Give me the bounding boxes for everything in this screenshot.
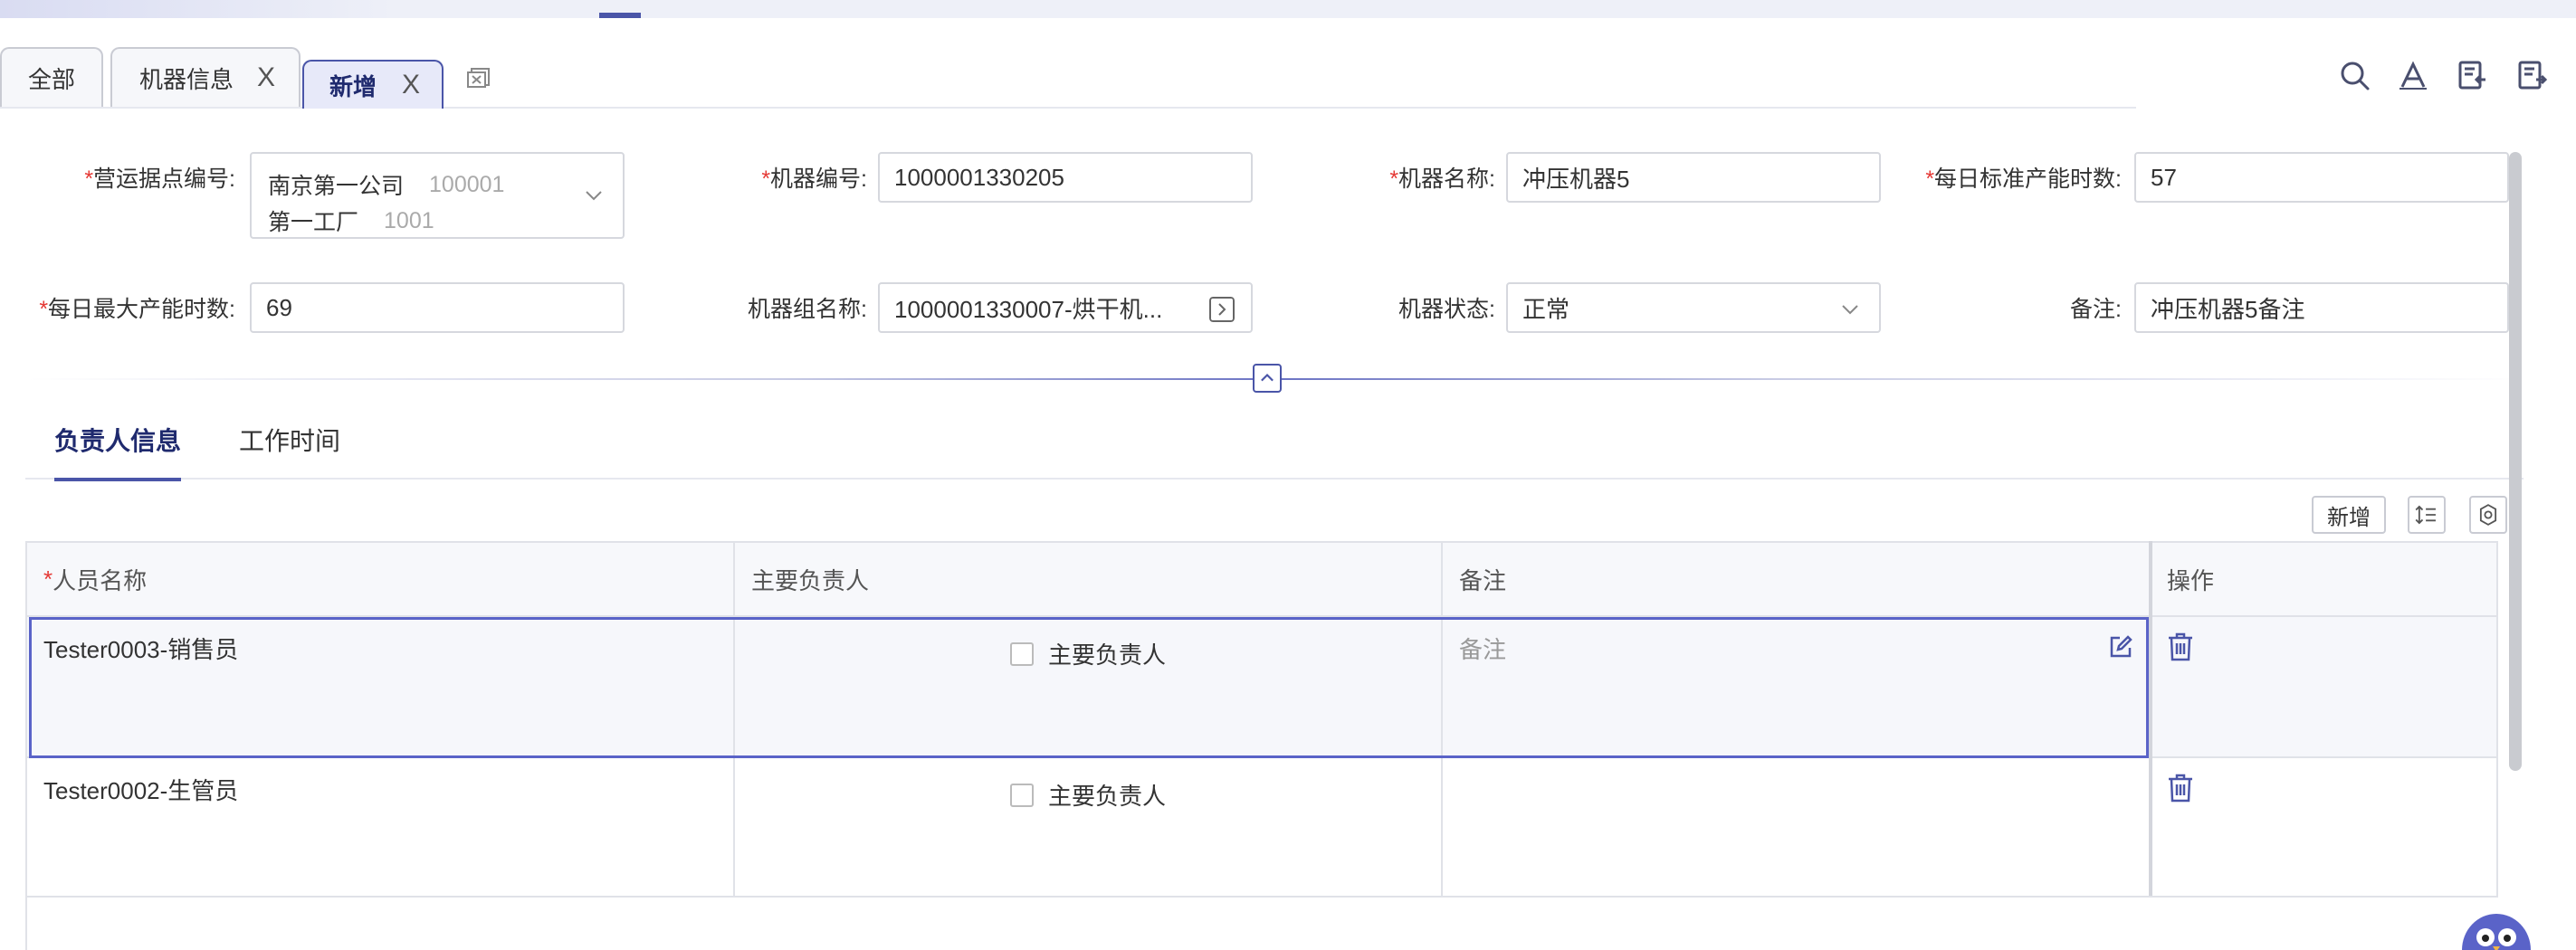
site-name: 第一工厂: [268, 210, 359, 235]
cell-person[interactable]: Tester0003-销售员: [27, 617, 735, 758]
column-header-primary[interactable]: 主要负责人: [735, 541, 1443, 617]
site-selected-item: 南京第一公司 100001: [268, 166, 623, 203]
machine-group-value: 1000001330007-烘干机...: [894, 295, 1163, 323]
font-icon[interactable]: [2397, 60, 2429, 92]
required-mark: *: [39, 297, 49, 322]
tab-close-icon[interactable]: X: [257, 64, 275, 91]
assistant-owl-icon[interactable]: [2460, 910, 2533, 950]
daily-max-hours-label-text: 每日最大产能时数:: [48, 297, 235, 322]
machine-name-label: *机器名称:: [1389, 161, 1495, 194]
lookup-open-icon[interactable]: [1209, 297, 1235, 322]
page-toolbar: [2304, 60, 2576, 96]
site-name: 南京第一公司: [268, 174, 405, 199]
machine-status-select[interactable]: 正常: [1506, 282, 1881, 333]
daily-max-hours-label: *每日最大产能时数:: [39, 291, 235, 324]
delete-trash-icon[interactable]: [2167, 632, 2194, 662]
machine-no-input[interactable]: 1000001330205: [878, 152, 1253, 203]
tab-machine-info[interactable]: 机器信息 X: [110, 47, 301, 107]
remark-label: 备注:: [2070, 297, 2122, 322]
primary-owner-checkbox[interactable]: 主要负责人: [751, 778, 1425, 812]
site-code: 1001: [384, 207, 434, 233]
machine-group-label: 机器组名称:: [748, 297, 867, 322]
add-row-button[interactable]: 新增: [2312, 496, 2386, 534]
tab-bar: 全部 机器信息 X 新增 X: [0, 47, 2136, 109]
required-mark: *: [1925, 166, 1935, 192]
required-mark: *: [1389, 166, 1399, 192]
cell-action: [2151, 758, 2498, 898]
chevron-down-icon[interactable]: [585, 190, 603, 201]
site-label-text: 营运据点编号:: [93, 166, 235, 192]
search-icon[interactable]: [2339, 60, 2371, 92]
machine-name-input[interactable]: 冲压机器5: [1506, 152, 1881, 203]
daily-std-hours-label: *每日标准产能时数:: [1925, 161, 2122, 194]
remark-placeholder: 备注: [1459, 636, 1507, 663]
delete-trash-icon[interactable]: [2167, 773, 2194, 803]
top-strip-accent: [0, 0, 398, 18]
row-height-icon[interactable]: [2408, 496, 2446, 534]
tab-close-icon[interactable]: X: [402, 71, 420, 99]
tab-owner-info[interactable]: 负责人信息: [54, 422, 182, 481]
machine-status-label: 机器状态:: [1398, 297, 1495, 322]
cell-primary[interactable]: 主要负责人: [735, 617, 1443, 758]
checkbox-label: 主要负责人: [1047, 783, 1166, 810]
top-nav-indicator: [599, 13, 641, 18]
machine-group-input[interactable]: 1000001330007-烘干机...: [878, 282, 1253, 333]
column-header-person[interactable]: * 人员名称: [27, 541, 735, 617]
column-header-remark[interactable]: 备注: [1443, 541, 2151, 617]
close-all-tabs-icon[interactable]: [467, 67, 491, 89]
tab-work-time[interactable]: 工作时间: [239, 422, 340, 478]
owner-table: * 人员名称 主要负责人 备注 操作 Tester0003-销售员 主要负责人 备…: [25, 541, 2498, 950]
machine-status-value: 正常: [1522, 295, 1570, 323]
chevron-down-icon[interactable]: [1841, 304, 1859, 315]
column-header-action[interactable]: 操作: [2151, 541, 2498, 617]
site-selected-item: 第一工厂 1001: [268, 203, 623, 239]
tab-new[interactable]: 新增 X: [302, 60, 444, 109]
checkbox-box[interactable]: [1009, 641, 1034, 666]
checkbox-label: 主要负责人: [1047, 641, 1166, 669]
required-mark: *: [43, 565, 53, 593]
machine-no-label-text: 机器编号:: [770, 166, 867, 192]
site-multiselect[interactable]: 南京第一公司 100001 第一工厂 1001: [250, 152, 625, 239]
cell-remark[interactable]: [1443, 758, 2151, 898]
remark-input[interactable]: 冲压机器5备注: [2134, 282, 2509, 333]
export-icon[interactable]: [2516, 60, 2549, 92]
cell-person[interactable]: Tester0002-生管员: [27, 758, 735, 898]
daily-max-hours-input[interactable]: 69: [250, 282, 625, 333]
site-label: *营运据点编号:: [84, 161, 235, 194]
cell-action: [2151, 617, 2498, 758]
cell-remark[interactable]: 备注: [1443, 617, 2151, 758]
tab-all[interactable]: 全部: [0, 47, 103, 107]
detail-tabs: 负责人信息 工作时间: [25, 407, 2524, 481]
tab-label: 新增: [329, 72, 377, 100]
cell-primary[interactable]: 主要负责人: [735, 758, 1443, 898]
checkbox-box[interactable]: [1009, 783, 1034, 807]
machine-no-label: *机器编号:: [761, 161, 867, 194]
tab-label: 全部: [27, 65, 75, 93]
edit-icon[interactable]: [2109, 635, 2132, 659]
frozen-column-edge: [2149, 541, 2152, 896]
collapse-up-icon[interactable]: [1253, 364, 1282, 393]
primary-owner-checkbox[interactable]: 主要负责人: [751, 637, 1425, 670]
column-header-text: 人员名称: [52, 566, 148, 594]
site-code: 100001: [429, 171, 505, 197]
machine-name-label-text: 机器名称:: [1398, 166, 1495, 192]
tab-label: 机器信息: [139, 65, 234, 93]
vertical-scrollbar[interactable]: [2509, 152, 2522, 771]
daily-std-hours-label-text: 每日标准产能时数:: [1934, 166, 2122, 192]
settings-gear-icon[interactable]: [2469, 496, 2507, 534]
required-mark: *: [761, 166, 771, 192]
daily-std-hours-input[interactable]: 57: [2134, 152, 2509, 203]
import-icon[interactable]: [2457, 60, 2489, 92]
required-mark: *: [84, 166, 94, 192]
top-strip: [0, 0, 2576, 18]
